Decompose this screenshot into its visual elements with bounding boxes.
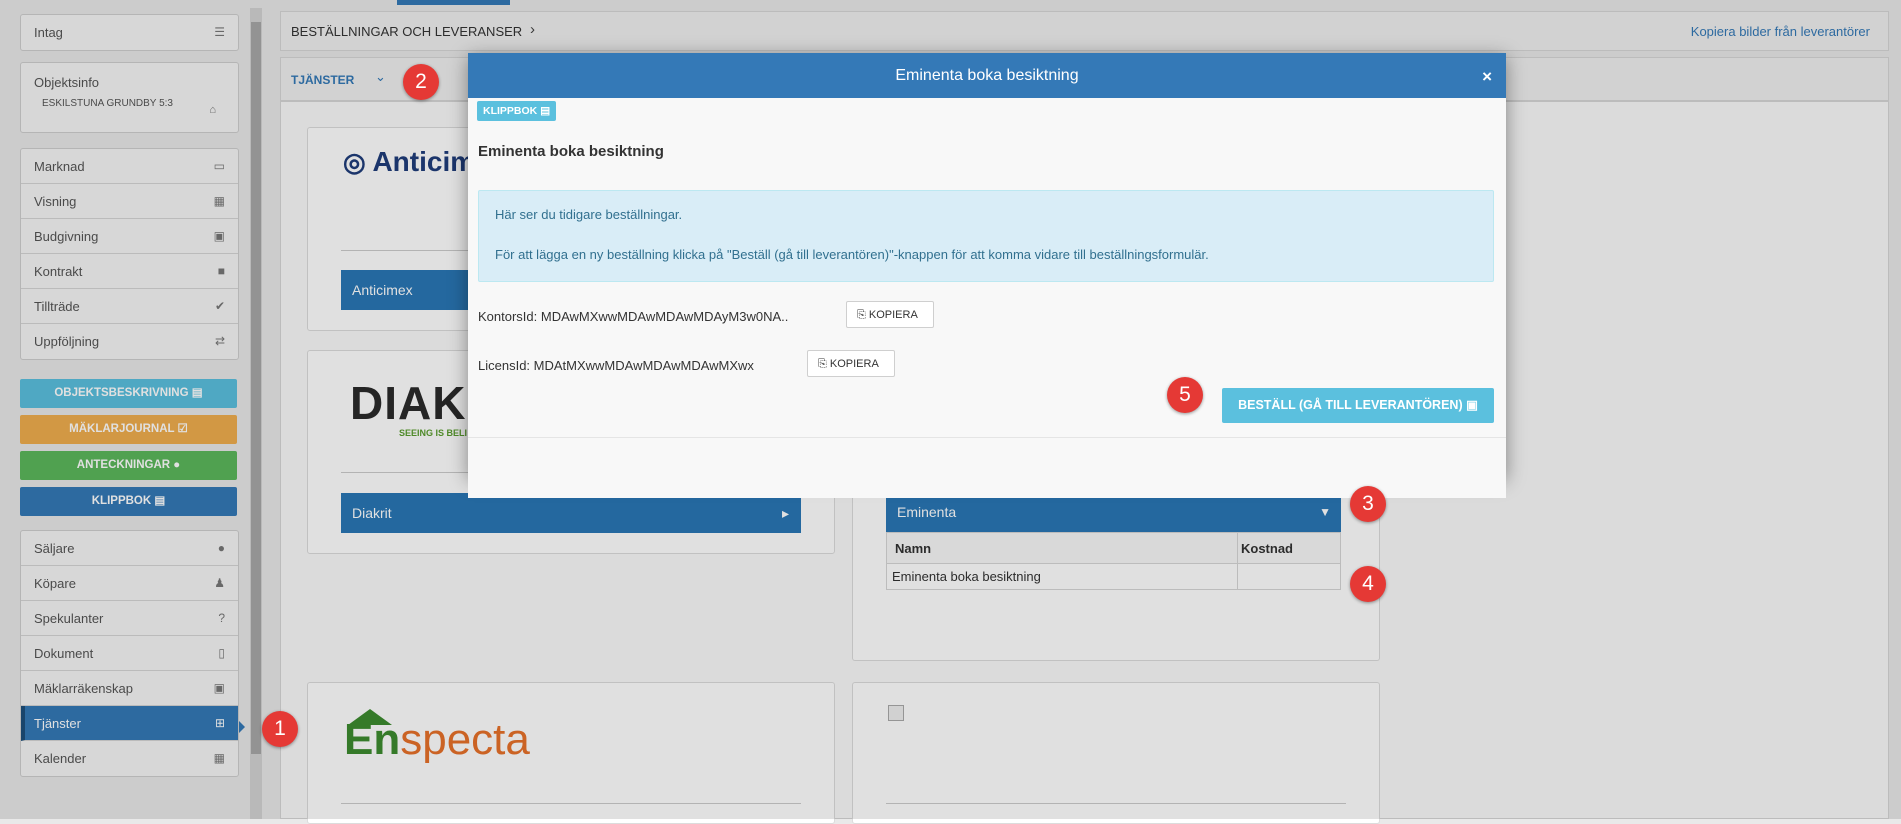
annotation-badge-2: 2	[403, 64, 439, 100]
copy-kontors-id-button[interactable]: ⎘ KOPIERA	[846, 301, 934, 328]
kontors-id: KontorsId: MDAwMXwwMDAwMDAwMDAyM3w0NA..	[478, 309, 789, 324]
copy-licens-id-button[interactable]: ⎘ KOPIERA	[807, 350, 895, 377]
eminenta-modal: Eminenta boka besiktning × KLIPPBOK ▤ Em…	[468, 53, 1506, 498]
klippbok-tag[interactable]: KLIPPBOK ▤	[477, 101, 557, 121]
annotation-badge-1: 1	[262, 711, 298, 747]
info-line-2: För att lägga en ny beställning klicka p…	[495, 247, 1209, 262]
info-line-1: Här ser du tidigare beställningar.	[495, 207, 683, 222]
modal-title: Eminenta boka besiktning	[895, 67, 1079, 84]
modal-header: Eminenta boka besiktning ×	[468, 53, 1506, 98]
copy-icon: ⎘	[818, 358, 827, 370]
annotation-badge-5: 5	[1167, 377, 1203, 413]
close-icon[interactable]: ×	[1482, 54, 1492, 99]
money-icon: ▣	[1466, 398, 1478, 412]
licens-id: LicensId: MDAtMXwwMDAwMDAwMDAwMXwx	[478, 358, 754, 373]
modal-body: KLIPPBOK ▤ Eminenta boka besiktning Här …	[468, 98, 1506, 498]
annotation-badge-4: 4	[1350, 566, 1386, 602]
info-alert: Här ser du tidigare beställningar. För a…	[478, 190, 1494, 282]
annotation-badge-3: 3	[1350, 486, 1386, 522]
modal-footer-divider	[468, 437, 1506, 438]
order-button[interactable]: BESTÄLL (GÅ TILL LEVERANTÖREN) ▣	[1222, 388, 1494, 423]
copy-icon: ⎘	[857, 309, 866, 321]
modal-heading: Eminenta boka besiktning	[478, 143, 664, 160]
book-icon: ▤	[540, 105, 551, 117]
